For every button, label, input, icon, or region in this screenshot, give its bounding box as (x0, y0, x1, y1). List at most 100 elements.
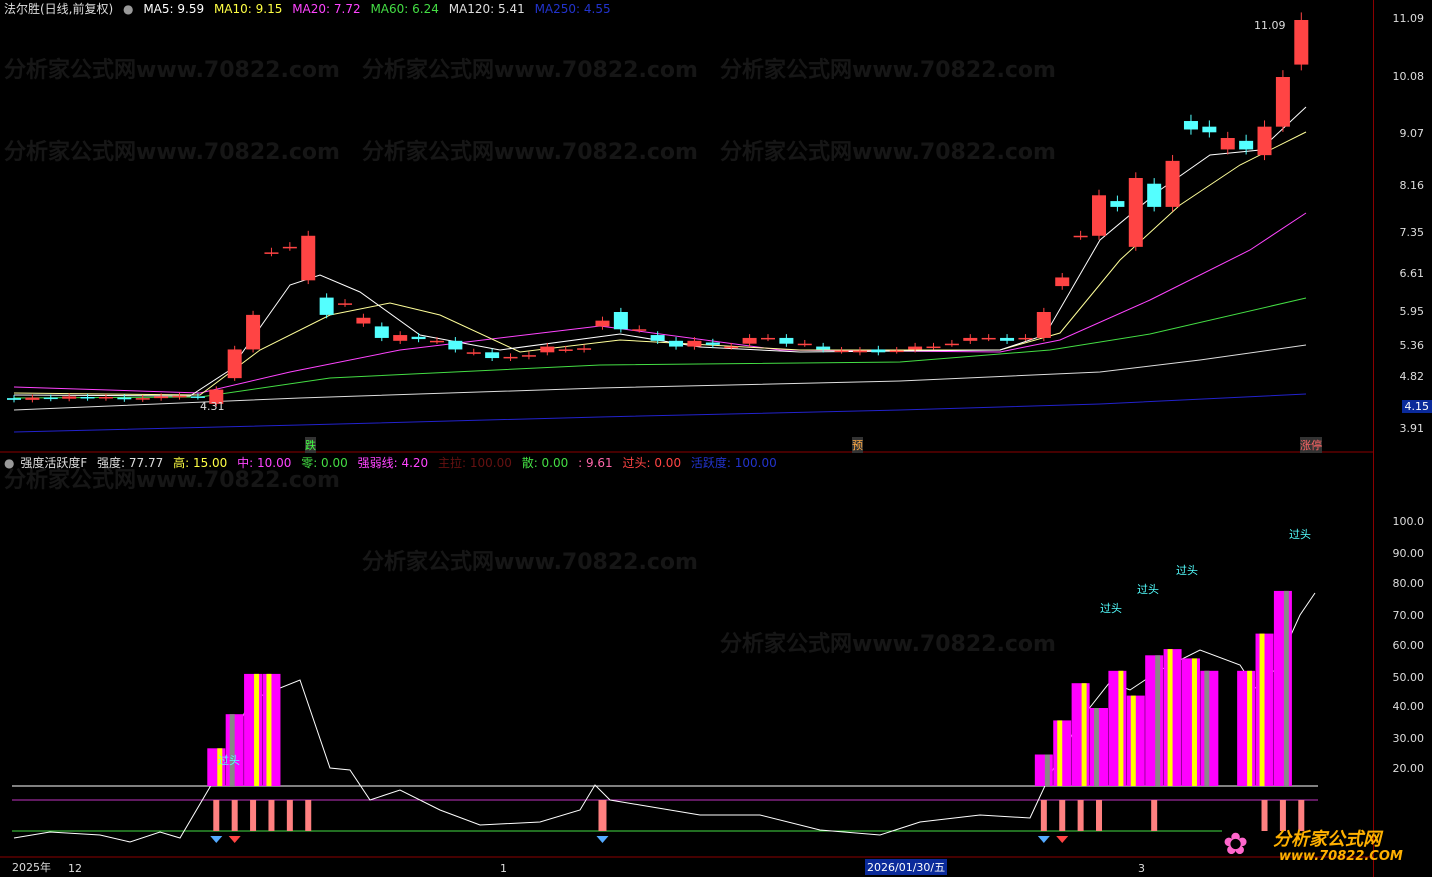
indicator-stripe (1247, 670, 1253, 786)
chart-canvas[interactable]: 4.31 11.09 (0, 0, 1374, 877)
candle-body (797, 343, 812, 346)
candle-body (871, 349, 886, 353)
indicator-name: 强度活跃度F (20, 456, 88, 470)
current-price-tag: 4.15 (1401, 400, 1432, 413)
candle-body (1110, 201, 1125, 207)
candle-body (1202, 126, 1217, 133)
candle-body (25, 397, 40, 400)
ind-tick: 20.00 (1392, 762, 1425, 775)
ind-tick: 30.00 (1392, 732, 1425, 745)
candle-body (577, 348, 592, 350)
indicator-stripe (1283, 590, 1289, 786)
logo-url: www.70822.COM (1279, 849, 1403, 864)
indicator-stripe (1130, 695, 1136, 786)
indicator-bar (1145, 655, 1164, 786)
candle-body (190, 396, 205, 398)
price-tick: 3.91 (1399, 422, 1425, 435)
signal-bar (1151, 800, 1158, 831)
signal-bar (305, 800, 312, 831)
signal-bar (1077, 800, 1084, 831)
candle-body (981, 337, 996, 340)
active-value: 活跃度: 100.00 (690, 456, 777, 470)
price-tick: 5.36 (1399, 339, 1425, 352)
high-value: 高: 15.00 (173, 456, 228, 470)
candle-body (926, 346, 941, 349)
indicator-stripe (1057, 720, 1063, 786)
candle-body (393, 335, 408, 341)
candle-body (246, 314, 261, 350)
ma10-line (13, 131, 1307, 396)
candle-body (1220, 138, 1235, 150)
over-value: 过头: 0.00 (622, 456, 682, 470)
stock-title: 法尔胜(日线,前复权) (4, 2, 114, 16)
candle-body (319, 297, 334, 315)
indicator-stripe (266, 673, 272, 786)
candle-body (816, 346, 831, 350)
indicator-bar (1181, 658, 1200, 786)
candle-body (1257, 126, 1272, 156)
time-label: 1 (500, 862, 507, 875)
indicator-bar (1071, 683, 1090, 786)
candle-body (834, 350, 849, 353)
indicator-legend: ● 强度活跃度F 强度: 77.77 高: 15.00 中: 10.00 零: … (4, 454, 783, 471)
indicator-stripe (1118, 670, 1124, 786)
candle-body (760, 337, 775, 340)
over-label: 过头 (1137, 583, 1159, 596)
candle-body (227, 349, 242, 379)
sep-value: : 9.61 (578, 456, 613, 470)
candle-body (1073, 235, 1088, 238)
collapse-icon[interactable]: ● (123, 2, 133, 16)
indicator-bars (207, 590, 1292, 786)
candle-body (632, 329, 647, 331)
candle-body (1055, 277, 1070, 287)
candle-body (264, 252, 279, 254)
diamond-icon (596, 836, 609, 843)
ind-tick: 80.00 (1392, 577, 1425, 590)
over-label: 过头 (1100, 602, 1122, 615)
candle-body (1294, 20, 1309, 65)
price-tick: 10.08 (1392, 70, 1425, 83)
signal-bar (1059, 800, 1066, 831)
price-tick: 6.61 (1399, 267, 1425, 280)
candle-body (301, 235, 316, 281)
logo: ✿ 分析家公式网 www.70822.COM (1223, 823, 1418, 871)
signal-bar (213, 800, 220, 831)
candle-body (944, 343, 959, 346)
over-label: 过头 (1176, 564, 1198, 577)
candle-body (705, 342, 720, 345)
candle-body (7, 398, 21, 400)
indicator-stripe (1191, 658, 1197, 786)
candle-body (135, 398, 150, 400)
indicator-bar (244, 673, 263, 786)
candle-body (485, 352, 500, 359)
over-label: 过头 (1289, 528, 1311, 541)
watermark: 分析家公式网www.70822.com (362, 550, 698, 575)
watermark: 分析家公式网www.70822.com (362, 140, 698, 165)
indicator-stripe (1044, 754, 1050, 786)
line-value: 强弱线: 4.20 (357, 456, 429, 470)
collapse-icon[interactable]: ● (4, 456, 14, 470)
candle-body (687, 340, 702, 347)
pre-marker: 预 (852, 437, 863, 453)
candle-body (448, 340, 463, 350)
main-value: 主拉: 100.00 (438, 456, 512, 470)
candle-body (650, 335, 665, 341)
signal-bar (286, 800, 293, 831)
candle-body (521, 355, 536, 357)
indicator-stripe (1167, 649, 1173, 786)
strength-value: 强度: 77.77 (97, 456, 164, 470)
over-label: 过头 (218, 754, 240, 767)
candle-body (117, 397, 132, 400)
signal-bars (210, 800, 1305, 843)
candle-body (724, 346, 739, 349)
indicator-stripe (1094, 708, 1100, 786)
indicator-bar (1273, 590, 1292, 786)
watermark: 分析家公式网www.70822.com (4, 58, 340, 83)
candle-body (1275, 77, 1290, 127)
candle-body (1147, 183, 1162, 207)
candle-body (356, 317, 371, 324)
price-axis[interactable]: 11.09 10.08 9.07 8.16 7.35 6.61 5.95 5.3… (1373, 0, 1432, 877)
price-tick: 8.16 (1399, 179, 1425, 192)
price-tick: 9.07 (1399, 127, 1425, 140)
price-tick: 11.09 (1392, 12, 1425, 25)
